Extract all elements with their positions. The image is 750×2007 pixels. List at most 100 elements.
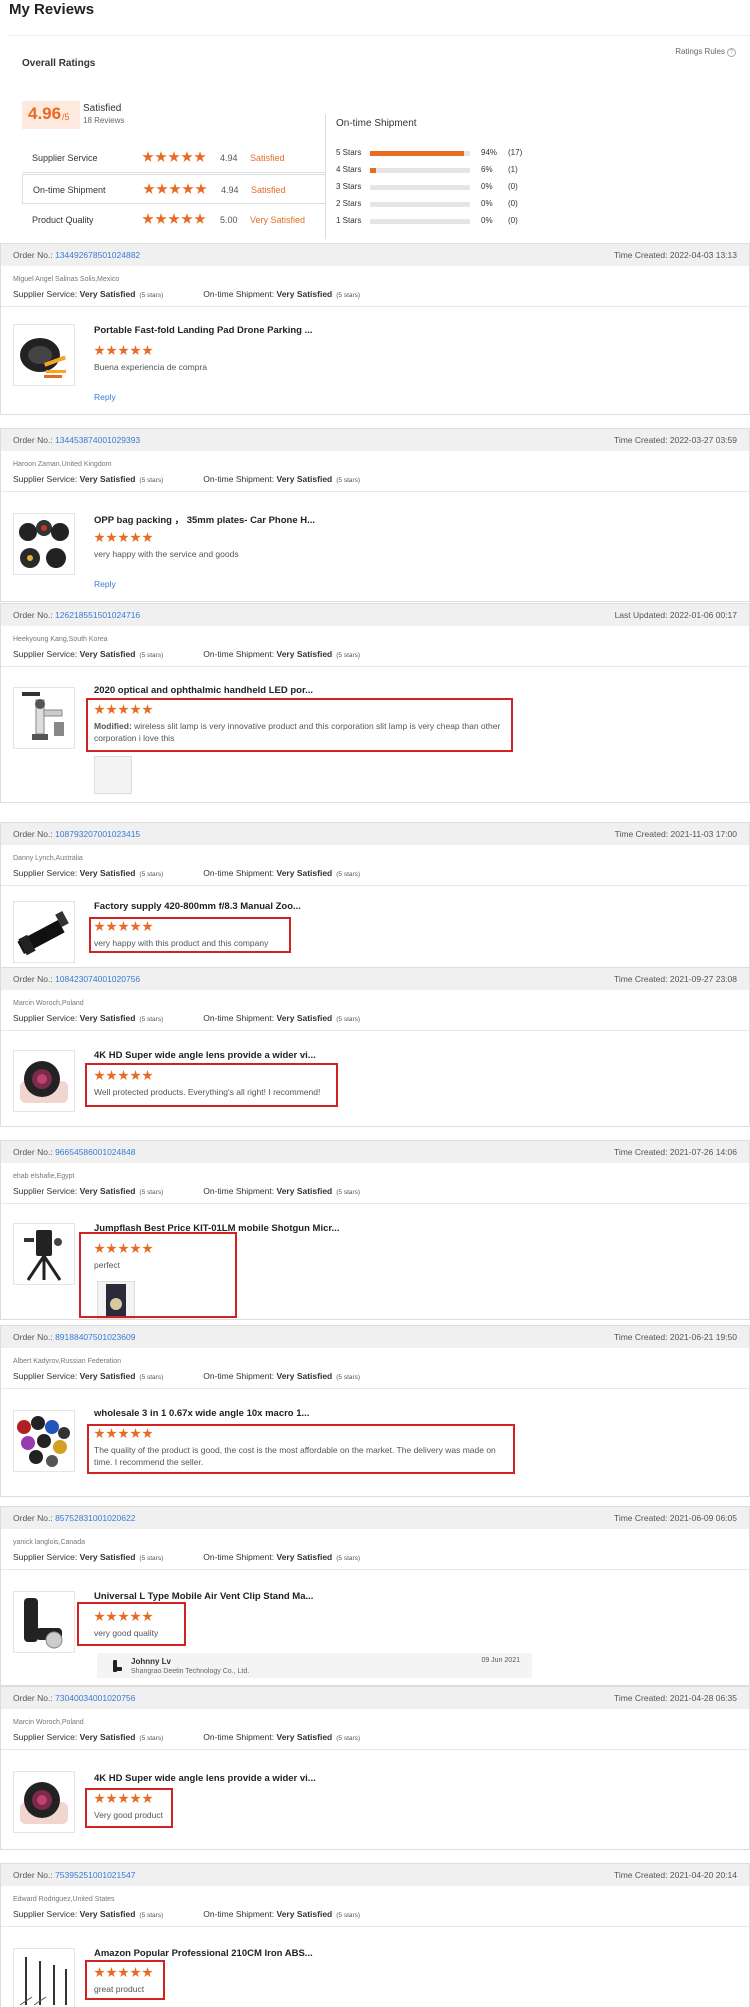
card-divider xyxy=(1,666,749,667)
reply-link[interactable]: Reply xyxy=(94,579,116,589)
star-icon xyxy=(169,183,181,194)
time-label: Time Created: xyxy=(613,1870,668,1880)
ontime-shipment-value: Very Satisfied xyxy=(276,1013,333,1023)
product-title[interactable]: OPP bag packing ， 35mm plates- Car Phone… xyxy=(94,512,315,526)
panel-divider xyxy=(325,114,326,239)
card-divider xyxy=(1,306,749,307)
product-title[interactable]: 2020 optical and ophthalmic handheld LED… xyxy=(94,685,313,696)
buyer-name: Edward Rodriguez,United States xyxy=(13,1896,115,1903)
reply-link[interactable]: Reply xyxy=(94,392,116,402)
order-link[interactable]: 134492678501024882 xyxy=(55,250,140,260)
ratings-rules-link[interactable]: Ratings Rules? xyxy=(675,47,736,57)
order-number-label: Order No.: xyxy=(13,435,53,445)
review-card-header: Order No.: 108423074001020756 Time Create… xyxy=(1,968,749,990)
supplier-service-label: Supplier Service: xyxy=(13,1186,78,1196)
distribution-percent: 6% xyxy=(481,165,493,174)
star-icon xyxy=(142,213,154,224)
service-ratings: Supplier Service: Very Satisfied (5 stars… xyxy=(13,649,360,659)
review-card: Order No.: 75395251001021547 Time Created… xyxy=(0,1863,750,2007)
product-title[interactable]: Portable Fast-fold Landing Pad Drone Par… xyxy=(94,325,313,336)
rating-label: Product Quality xyxy=(32,215,94,225)
review-time: Time Created: 2021-04-28 06:35 xyxy=(614,1693,737,1703)
distribution-label: 1 Stars xyxy=(336,216,362,225)
distribution-percent: 94% xyxy=(481,148,498,157)
star-icon xyxy=(182,183,194,194)
supplier-service-value: Very Satisfied xyxy=(79,649,136,659)
ontime-shipment-label: On-time Shipment: xyxy=(203,1371,275,1381)
help-icon[interactable]: ? xyxy=(727,48,736,57)
review-attachment-image[interactable] xyxy=(94,756,132,794)
seller-reply: Johnny Lv Shangrao Deetin Technology Co.,… xyxy=(97,1653,532,1678)
order-number-label: Order No.: xyxy=(13,610,53,620)
product-title[interactable]: Amazon Popular Professional 210CM Iron A… xyxy=(94,1948,313,1959)
ontime-shipment-value: Very Satisfied xyxy=(276,474,333,484)
product-thumbnail[interactable] xyxy=(13,324,75,386)
ontime-shipment-stars: (5 stars) xyxy=(336,1016,361,1023)
star-icon xyxy=(106,345,117,356)
star-rating xyxy=(143,182,208,200)
product-thumbnail[interactable] xyxy=(13,1948,75,2007)
order-link[interactable]: 75395251001021547 xyxy=(55,1870,135,1880)
order-link[interactable]: 85752831001020622 xyxy=(55,1513,135,1523)
review-stars xyxy=(94,343,154,361)
ontime-shipment-value: Very Satisfied xyxy=(276,1909,333,1919)
product-title[interactable]: 4K HD Super wide angle lens provide a wi… xyxy=(94,1050,316,1061)
card-divider xyxy=(1,1749,749,1750)
product-thumbnail[interactable] xyxy=(13,687,75,749)
order-link[interactable]: 108423074001020756 xyxy=(55,974,140,984)
ontime-shipment-value: Very Satisfied xyxy=(276,1371,333,1381)
time-label: Last Updated: xyxy=(614,610,668,620)
supplier-service-label: Supplier Service: xyxy=(13,1013,78,1023)
rating-row-product-quality[interactable]: Product Quality 5.00 Very Satisfied xyxy=(22,205,325,235)
product-title[interactable]: wholesale 3 in 1 0.67x wide angle 10x ma… xyxy=(94,1408,309,1419)
highlight-box xyxy=(85,1788,173,1828)
review-card: Order No.: 89188407501023609 Time Created… xyxy=(0,1325,750,1497)
product-thumbnail[interactable] xyxy=(13,1050,75,1112)
product-title[interactable]: 4K HD Super wide angle lens provide a wi… xyxy=(94,1773,316,1784)
star-icon xyxy=(181,213,193,224)
rating-row-ontime-shipment[interactable]: On-time Shipment 4.94 Satisfied xyxy=(22,174,325,204)
product-thumbnail[interactable] xyxy=(13,901,75,963)
product-thumbnail[interactable] xyxy=(13,1410,75,1472)
star-icon xyxy=(118,345,129,356)
product-title[interactable]: Factory supply 420-800mm f/8.3 Manual Zo… xyxy=(94,901,301,912)
supplier-service-stars: (5 stars) xyxy=(139,652,164,659)
time-label: Time Created: xyxy=(614,829,669,839)
distribution-row: 1 Stars 0% (0) xyxy=(336,216,536,228)
supplier-service-label: Supplier Service: xyxy=(13,1909,78,1919)
supplier-service-stars: (5 stars) xyxy=(139,1555,164,1562)
supplier-service-value: Very Satisfied xyxy=(79,1013,136,1023)
review-time: Time Created: 2021-11-03 17:00 xyxy=(615,829,737,839)
highlight-box xyxy=(89,917,291,953)
rating-row-supplier-service[interactable]: Supplier Service 4.94 Satisfied xyxy=(22,143,325,173)
review-time: Time Created: 2021-07-26 14:06 xyxy=(614,1147,737,1157)
product-thumbnail[interactable] xyxy=(13,1591,75,1653)
review-card-header: Order No.: 108793207001023415 Time Create… xyxy=(1,823,749,845)
distribution-percent: 0% xyxy=(481,182,493,191)
order-link[interactable]: 126218551501024716 xyxy=(55,610,140,620)
review-card: Order No.: 134492678501024882 Time Create… xyxy=(0,243,750,415)
distribution-row: 2 Stars 0% (0) xyxy=(336,199,536,211)
order-link[interactable]: 73040034001020756 xyxy=(55,1693,135,1703)
supplier-service-value: Very Satisfied xyxy=(79,868,136,878)
distribution-label: 3 Stars xyxy=(336,182,362,191)
product-thumbnail[interactable] xyxy=(13,1223,75,1285)
time-value: 2021-09-27 23:08 xyxy=(669,974,737,984)
product-thumbnail[interactable] xyxy=(13,1771,75,1833)
order-link[interactable]: 96654586001024848 xyxy=(55,1147,135,1157)
star-icon xyxy=(130,345,141,356)
review-card: Order No.: 134453874001029393 Time Create… xyxy=(0,428,750,602)
product-title[interactable]: Universal L Type Mobile Air Vent Clip St… xyxy=(94,1591,313,1602)
distribution-row: 5 Stars 94% (17) xyxy=(336,148,536,160)
order-link[interactable]: 134453874001029393 xyxy=(55,435,140,445)
distribution-bar-fill xyxy=(370,168,376,173)
order-link[interactable]: 108793207001023415 xyxy=(55,829,140,839)
order-link[interactable]: 89188407501023609 xyxy=(55,1332,135,1342)
rating-status: Satisfied xyxy=(250,153,285,163)
rating-status: Very Satisfied xyxy=(250,215,306,225)
distribution-label: 4 Stars xyxy=(336,165,362,174)
service-ratings: Supplier Service: Very Satisfied (5 stars… xyxy=(13,1186,360,1196)
product-thumbnail[interactable] xyxy=(13,513,75,575)
review-time: Time Created: 2022-04-03 13:13 xyxy=(614,250,737,260)
star-icon xyxy=(168,151,180,162)
